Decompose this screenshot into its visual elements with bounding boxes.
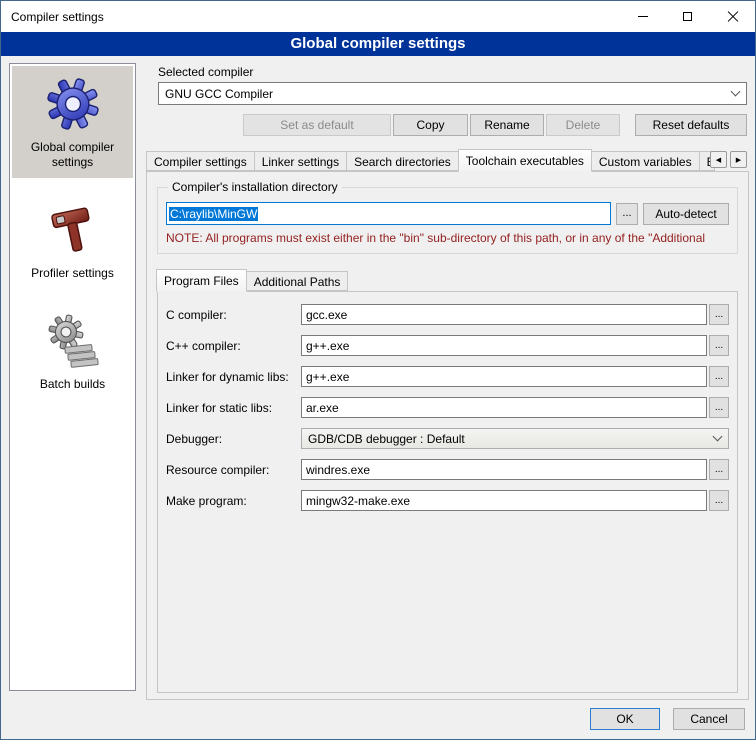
sidebar-item-label: Batch builds bbox=[40, 377, 105, 392]
delete-button[interactable]: Delete bbox=[546, 114, 620, 136]
sidebar-item-label: Profiler settings bbox=[31, 266, 114, 281]
cpp-compiler-input[interactable] bbox=[301, 335, 707, 356]
program-subtabbar: Program Files Additional Paths bbox=[157, 268, 748, 291]
compiler-settings-dialog: Compiler settings Global compiler settin… bbox=[0, 0, 756, 740]
field-row-dynamic-linker: Linker for dynamic libs: ... bbox=[166, 366, 729, 387]
selected-text: C:\raylib\MinGW bbox=[169, 207, 258, 221]
gear-icon bbox=[45, 76, 101, 132]
window-title: Compiler settings bbox=[1, 10, 620, 24]
debugger-select-value: GDB/CDB debugger : Default bbox=[308, 432, 714, 446]
field-row-resource-compiler: Resource compiler: ... bbox=[166, 459, 729, 480]
window-controls bbox=[620, 1, 755, 32]
titlebar: Compiler settings bbox=[1, 1, 755, 32]
make-program-label: Make program: bbox=[166, 494, 301, 508]
minimize-button[interactable] bbox=[620, 1, 665, 32]
close-icon bbox=[727, 11, 739, 23]
browse-button[interactable]: ... bbox=[709, 397, 729, 418]
field-row-static-linker: Linker for static libs: ... bbox=[166, 397, 729, 418]
field-row-make-program: Make program: ... bbox=[166, 490, 729, 511]
maximize-icon bbox=[683, 12, 692, 21]
sidebar-item-label: Global compiler settings bbox=[14, 140, 131, 170]
static-linker-label: Linker for static libs: bbox=[166, 401, 301, 415]
tab-scroll-left-button[interactable]: ◀ bbox=[710, 151, 727, 168]
static-linker-input[interactable] bbox=[301, 397, 707, 418]
profiler-tool-icon bbox=[45, 202, 101, 258]
cpp-compiler-label: C++ compiler: bbox=[166, 339, 301, 353]
tab-scroll-right-button[interactable]: ▶ bbox=[730, 151, 747, 168]
chevron-down-icon bbox=[731, 87, 741, 97]
c-compiler-label: C compiler: bbox=[166, 308, 301, 322]
browse-button[interactable]: ... bbox=[709, 490, 729, 511]
compiler-select[interactable]: GNU GCC Compiler bbox=[158, 82, 747, 105]
field-row-c-compiler: C compiler: ... bbox=[166, 304, 729, 325]
browse-directory-button[interactable]: ... bbox=[616, 203, 638, 225]
browse-button[interactable]: ... bbox=[709, 459, 729, 480]
sidebar-item-global-compiler-settings[interactable]: Global compiler settings bbox=[12, 66, 133, 178]
selected-compiler-label: Selected compiler bbox=[158, 65, 747, 79]
batch-builds-icon bbox=[45, 313, 101, 369]
close-button[interactable] bbox=[710, 1, 755, 32]
compiler-select-value: GNU GCC Compiler bbox=[165, 87, 732, 101]
debugger-select[interactable]: GDB/CDB debugger : Default bbox=[301, 428, 729, 449]
browse-button[interactable]: ... bbox=[709, 304, 729, 325]
settings-sidebar: Global compiler settings Profiler settin… bbox=[9, 63, 136, 691]
auto-detect-button[interactable]: Auto-detect bbox=[643, 203, 729, 225]
installation-directory-input[interactable]: C:\raylib\MinGW bbox=[166, 202, 611, 225]
ok-button[interactable]: OK bbox=[590, 708, 660, 730]
subtab-additional-paths[interactable]: Additional Paths bbox=[247, 271, 349, 291]
c-compiler-input[interactable] bbox=[301, 304, 707, 325]
sidebar-item-batch-builds[interactable]: Batch builds bbox=[12, 303, 133, 400]
browse-button[interactable]: ... bbox=[709, 366, 729, 387]
minimize-icon bbox=[638, 16, 648, 17]
tab-custom-variables[interactable]: Custom variables bbox=[592, 151, 700, 171]
main-panel: Selected compiler GNU GCC Compiler Set a… bbox=[146, 61, 749, 700]
make-program-input[interactable] bbox=[301, 490, 707, 511]
subtab-program-files[interactable]: Program Files bbox=[156, 269, 247, 292]
field-row-debugger: Debugger: GDB/CDB debugger : Default bbox=[166, 428, 729, 449]
tab-toolchain-executables[interactable]: Toolchain executables bbox=[458, 149, 592, 172]
program-files-panel: C compiler: ... C++ compiler: ... Linker… bbox=[157, 291, 738, 693]
tab-search-directories[interactable]: Search directories bbox=[347, 151, 459, 171]
compiler-buttons-row: Set as default Copy Rename Delete Reset … bbox=[158, 114, 747, 136]
cancel-button[interactable]: Cancel bbox=[673, 708, 745, 730]
dynamic-linker-input[interactable] bbox=[301, 366, 707, 387]
tab-compiler-settings[interactable]: Compiler settings bbox=[146, 151, 255, 171]
set-as-default-button[interactable]: Set as default bbox=[243, 114, 391, 136]
reset-defaults-button[interactable]: Reset defaults bbox=[635, 114, 747, 136]
toolchain-executables-panel: Compiler's installation directory C:\ray… bbox=[146, 171, 749, 700]
settings-tabbar: Compiler settings Linker settings Search… bbox=[146, 148, 749, 171]
installation-directory-group-title: Compiler's installation directory bbox=[168, 180, 342, 194]
installation-directory-row: C:\raylib\MinGW ... Auto-detect bbox=[166, 202, 729, 225]
installation-directory-group: Compiler's installation directory C:\ray… bbox=[157, 180, 738, 254]
resource-compiler-input[interactable] bbox=[301, 459, 707, 480]
debugger-label: Debugger: bbox=[166, 432, 301, 446]
field-row-cpp-compiler: C++ compiler: ... bbox=[166, 335, 729, 356]
page-title: Global compiler settings bbox=[1, 32, 755, 56]
dynamic-linker-label: Linker for dynamic libs: bbox=[166, 370, 301, 384]
note-text: NOTE: All programs must exist either in … bbox=[166, 231, 729, 245]
sidebar-item-profiler-settings[interactable]: Profiler settings bbox=[12, 192, 133, 289]
rename-button[interactable]: Rename bbox=[470, 114, 544, 136]
browse-button[interactable]: ... bbox=[709, 335, 729, 356]
resource-compiler-label: Resource compiler: bbox=[166, 463, 301, 477]
tab-scroll-buttons: ◀ ▶ bbox=[710, 151, 747, 168]
tab-linker-settings[interactable]: Linker settings bbox=[255, 151, 347, 171]
maximize-button[interactable] bbox=[665, 1, 710, 32]
copy-button[interactable]: Copy bbox=[393, 114, 468, 136]
dialog-footer: OK Cancel bbox=[590, 708, 745, 730]
chevron-down-icon bbox=[713, 432, 723, 442]
